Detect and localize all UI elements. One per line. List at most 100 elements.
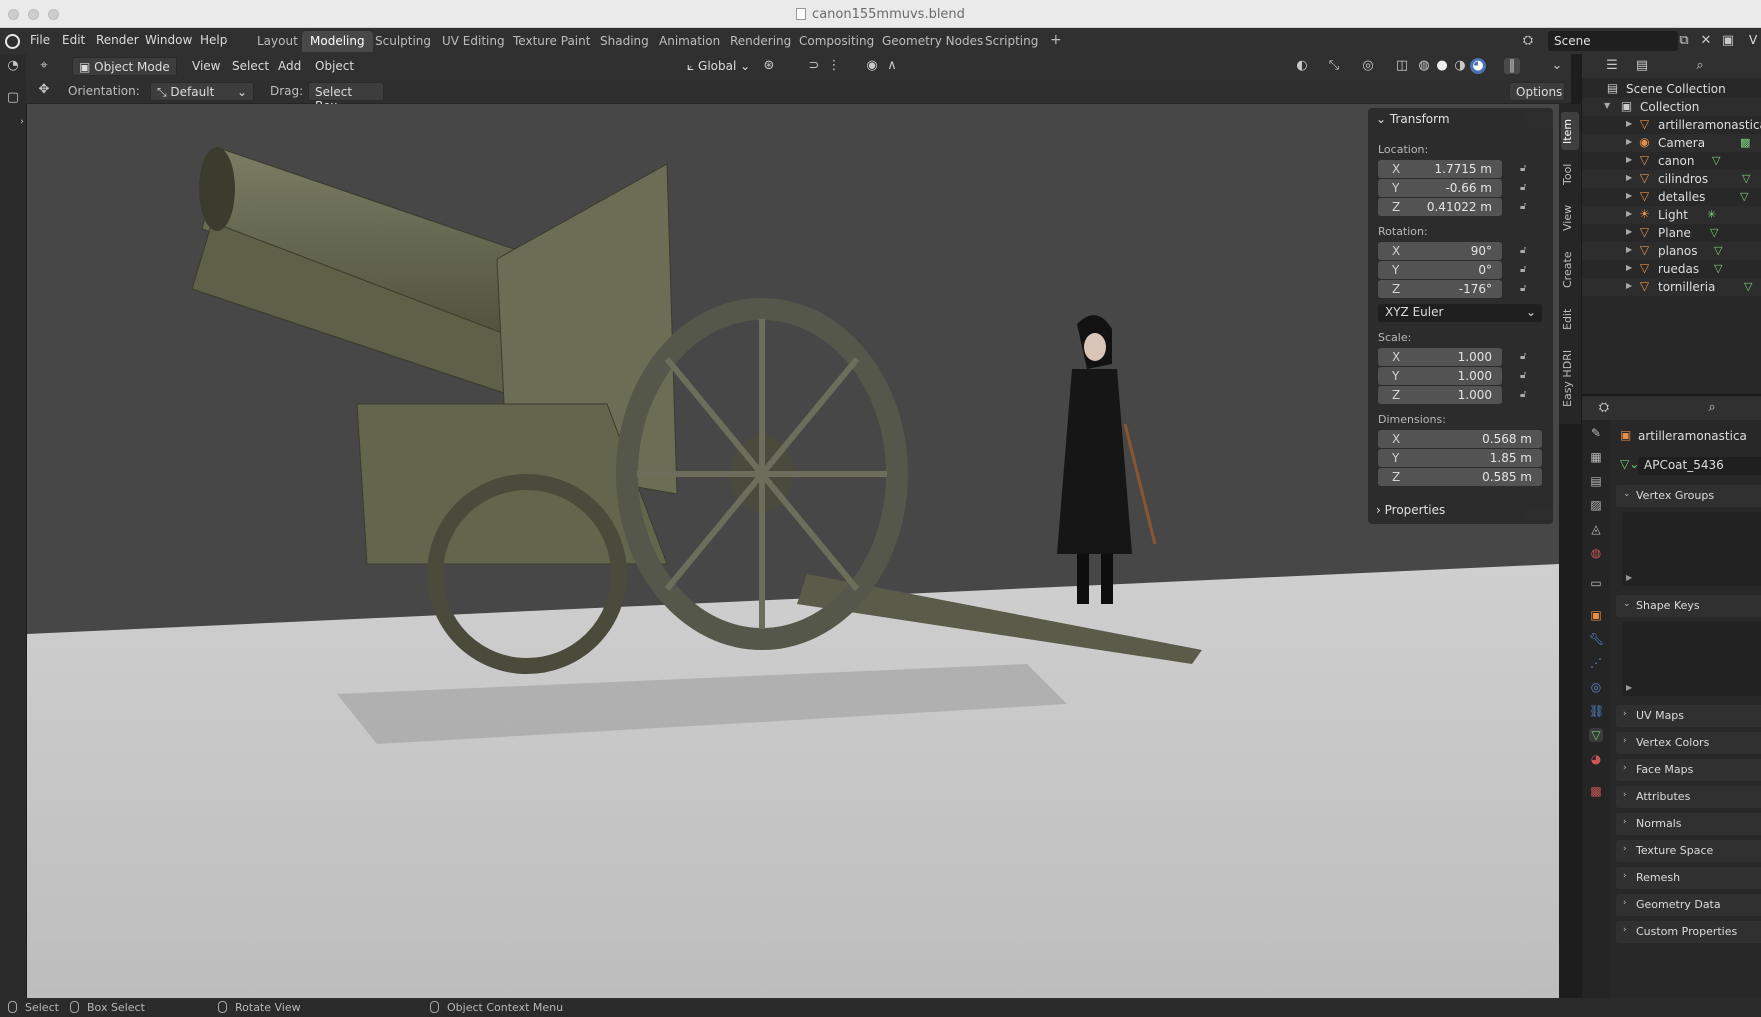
location-z-field[interactable]: Z 0.41022 m bbox=[1378, 198, 1502, 216]
tab-view[interactable]: View bbox=[1561, 198, 1579, 238]
tab-geometry-nodes[interactable]: Geometry Nodes bbox=[874, 31, 991, 52]
menu-view[interactable]: View bbox=[186, 57, 226, 76]
toolbar-expand-icon[interactable]: › bbox=[18, 114, 26, 130]
section-normals[interactable]: › Normals bbox=[1616, 813, 1761, 835]
material-props-icon[interactable]: ◕ bbox=[1589, 752, 1603, 766]
scene-selector[interactable]: Scene bbox=[1548, 31, 1678, 51]
section-texture-space[interactable]: › Texture Space bbox=[1616, 840, 1761, 862]
mode-selector[interactable]: ▣ Object Mode ⌄ bbox=[72, 57, 177, 88]
search-icon[interactable]: ⌕ bbox=[1692, 58, 1708, 74]
expand-icon[interactable]: ▶ bbox=[1626, 119, 1632, 128]
3d-viewport[interactable] bbox=[27, 104, 1559, 998]
overlay-icon[interactable]: ◎ bbox=[1360, 58, 1376, 74]
dimensions-y-field[interactable]: Y 1.85 m bbox=[1378, 449, 1542, 467]
object-props-icon[interactable]: ▣ bbox=[1589, 608, 1603, 622]
lock-icon[interactable]: 🔓︎ bbox=[1520, 264, 1532, 276]
section-custom-properties[interactable]: › Custom Properties bbox=[1616, 921, 1761, 943]
tab-create[interactable]: Create bbox=[1561, 244, 1579, 296]
shading-rendered-icon[interactable]: ◕ bbox=[1470, 58, 1486, 74]
constraint-props-icon[interactable]: ⛓ bbox=[1589, 704, 1604, 718]
search-icon[interactable]: ⌕ bbox=[1704, 400, 1720, 416]
menu-add[interactable]: Add bbox=[272, 57, 307, 76]
menu-window[interactable]: Window bbox=[145, 33, 192, 47]
lock-icon[interactable]: 🔓︎ bbox=[1520, 351, 1532, 363]
display-mode-icon[interactable]: ☰ bbox=[1604, 58, 1620, 74]
expand-icon[interactable]: ▶ bbox=[1626, 683, 1632, 692]
scene-props-icon[interactable]: ◬ bbox=[1589, 522, 1603, 536]
tool-props-icon[interactable]: ✎ bbox=[1589, 426, 1603, 440]
menu-select[interactable]: Select bbox=[226, 57, 275, 76]
rotation-z-field[interactable]: Z -176° bbox=[1378, 280, 1502, 298]
rotation-mode-dropdown[interactable]: XYZ Euler ⌄ bbox=[1378, 304, 1542, 322]
scale-z-field[interactable]: Z 1.000 bbox=[1378, 386, 1502, 404]
outliner-item-cilindros[interactable]: ▶ ▽ cilindros ▽ bbox=[1582, 170, 1761, 188]
outliner-item-tornilleria[interactable]: ▶ ▽ tornilleria ▽ bbox=[1582, 278, 1761, 296]
lock-icon[interactable]: 🔓︎ bbox=[1520, 283, 1532, 295]
expand-icon[interactable]: ▶ bbox=[1626, 227, 1632, 236]
blender-logo-icon[interactable] bbox=[5, 34, 20, 49]
output-props-icon[interactable]: ▤ bbox=[1589, 474, 1603, 488]
proportional-edit-icon[interactable]: ◉ bbox=[864, 58, 880, 74]
dimensions-x-field[interactable]: X 0.568 m bbox=[1378, 430, 1542, 448]
location-x-field[interactable]: X 1.7715 m bbox=[1378, 160, 1502, 178]
outliner-item-planos[interactable]: ▶ ▽ planos ▽ bbox=[1582, 242, 1761, 260]
view-layer-selector[interactable]: V bbox=[1749, 33, 1757, 47]
physics-props-icon[interactable]: ◎ bbox=[1589, 680, 1603, 694]
outliner-item-plane[interactable]: ▶ ▽ Plane ▽ bbox=[1582, 224, 1761, 242]
section-attributes[interactable]: › Attributes bbox=[1616, 786, 1761, 808]
section-remesh[interactable]: › Remesh bbox=[1616, 867, 1761, 889]
mesh-data-icon[interactable]: ▽ bbox=[1744, 280, 1752, 293]
collection-props-icon[interactable]: ▭ bbox=[1589, 576, 1603, 590]
transform-orientation-selector[interactable]: ⟀ Global ⌄ bbox=[681, 57, 756, 76]
lock-icon[interactable]: 🔓︎ bbox=[1520, 389, 1532, 401]
gizmo-icon[interactable]: ⤡ bbox=[1326, 58, 1342, 74]
mesh-data-icon[interactable]: ▽ bbox=[1714, 244, 1722, 257]
render-props-icon[interactable]: ▦ bbox=[1589, 450, 1603, 464]
expand-icon[interactable]: ▶ bbox=[1626, 137, 1632, 146]
menu-render[interactable]: Render bbox=[96, 33, 139, 47]
new-scene-icon[interactable]: ⧉ bbox=[1676, 33, 1692, 49]
location-y-field[interactable]: Y -0.66 m bbox=[1378, 179, 1502, 197]
outliner-item-canon[interactable]: ▶ ▽ canon ▽ bbox=[1582, 152, 1761, 170]
dimensions-z-field[interactable]: Z 0.585 m bbox=[1378, 468, 1542, 486]
expand-icon[interactable]: ▶ bbox=[1626, 173, 1632, 182]
expand-icon[interactable]: ▶ bbox=[1626, 155, 1632, 164]
section-uv-maps[interactable]: › UV Maps bbox=[1616, 705, 1761, 727]
world-props-icon[interactable]: ◍ bbox=[1589, 546, 1603, 560]
tab-scripting[interactable]: Scripting bbox=[977, 31, 1046, 52]
outliner-item-light[interactable]: ▶ ☀ Light ✳ bbox=[1582, 206, 1761, 224]
menu-edit[interactable]: Edit bbox=[62, 33, 85, 47]
texture-props-icon[interactable]: ▩ bbox=[1589, 784, 1603, 798]
tab-texture-paint[interactable]: Texture Paint bbox=[505, 31, 598, 52]
select-tool-icon[interactable]: ▢ bbox=[5, 90, 21, 106]
particle-props-icon[interactable]: ⋰ bbox=[1589, 656, 1603, 670]
lock-icon[interactable]: 🔓︎ bbox=[1520, 245, 1532, 257]
rotation-x-field[interactable]: X 90° bbox=[1378, 242, 1502, 260]
snap-icon[interactable]: ⊃ bbox=[806, 58, 822, 74]
mesh-data-icon[interactable]: ▽ bbox=[1742, 172, 1750, 185]
mesh-data-icon[interactable]: ▽ bbox=[1712, 154, 1720, 167]
tab-tool[interactable]: Tool bbox=[1561, 156, 1579, 192]
expand-icon[interactable]: ▶ bbox=[1626, 263, 1632, 272]
scene-icon[interactable]: ⛭ bbox=[1520, 33, 1536, 49]
camera-data-icon[interactable]: ▩ bbox=[1740, 136, 1750, 149]
mesh-data-icon[interactable]: ▽ bbox=[1740, 190, 1748, 203]
sidebar-collapse-icon[interactable]: ⌄ bbox=[1549, 58, 1565, 74]
lock-icon[interactable]: 🔓︎ bbox=[1520, 163, 1532, 175]
editor-type-3d-icon[interactable]: ⌖ bbox=[36, 58, 52, 74]
filter-icon[interactable]: ▤ bbox=[1634, 58, 1650, 74]
section-vertex-groups[interactable]: ⌄ Vertex Groups bbox=[1616, 485, 1761, 507]
pivot-point-icon[interactable]: ⊛ bbox=[761, 58, 777, 74]
outliner-item-artilleramonastica[interactable]: ▶ ▽ artilleramonastica bbox=[1582, 116, 1761, 134]
tab-easy-hdri[interactable]: Easy HDRI bbox=[1561, 342, 1579, 414]
transform-panel-header[interactable]: ⌄ Transform bbox=[1376, 112, 1450, 126]
tab-compositing[interactable]: Compositing bbox=[791, 31, 882, 52]
mesh-datablock-selector[interactable]: ▽⌄ APCoat_5436 bbox=[1616, 454, 1761, 476]
visibility-icon[interactable]: ◐ bbox=[1294, 58, 1310, 74]
pause-render-icon[interactable]: ‖ bbox=[1504, 58, 1520, 74]
tab-item[interactable]: Item bbox=[1561, 112, 1579, 150]
editor-type-icon[interactable]: ◔ bbox=[5, 58, 21, 74]
tab-rendering[interactable]: Rendering bbox=[722, 31, 799, 52]
section-geometry-data[interactable]: › Geometry Data bbox=[1616, 894, 1761, 916]
outliner-scene-collection[interactable]: ▤ Scene Collection bbox=[1582, 80, 1761, 98]
